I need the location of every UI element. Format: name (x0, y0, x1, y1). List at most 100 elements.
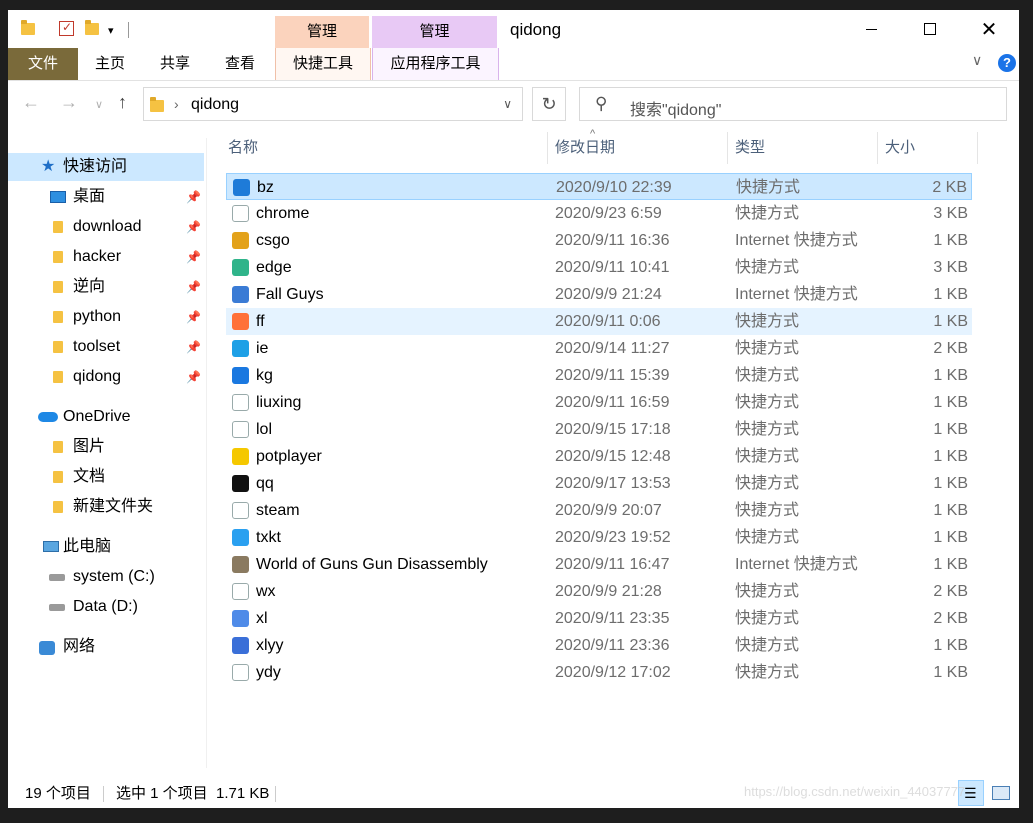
pin-icon[interactable]: 📌 (186, 363, 201, 391)
back-arrow-icon[interactable]: ← (22, 92, 40, 113)
navigation-pane: ★ 快速访问 桌面 📌 download 📌 hacker 📌 逆向 📌 pyt… (8, 138, 206, 768)
file-size: 1 KB (933, 367, 968, 384)
sidebar-item-hacker[interactable]: hacker 📌 (8, 243, 204, 271)
file-type: 快捷方式 (735, 448, 800, 465)
pin-icon[interactable]: 📌 (186, 333, 201, 361)
sidebar-item-label: 网络 (63, 638, 96, 655)
tab-app-tools[interactable]: 应用程序工具 (372, 48, 499, 80)
maximize-button[interactable] (901, 10, 959, 48)
file-name: ff (256, 313, 265, 330)
tab-home[interactable]: 主页 (82, 48, 138, 80)
file-name: ie (256, 340, 269, 357)
pin-icon[interactable]: 📌 (186, 183, 201, 211)
window-title: qidong (510, 20, 562, 39)
column-header-size[interactable]: 大小 (878, 132, 978, 164)
file-row[interactable]: edge 2020/9/11 10:41 快捷方式 3 KB (226, 254, 972, 281)
close-icon: ✕ (980, 18, 998, 41)
close-button[interactable]: ✕ (960, 10, 1018, 48)
sidebar-item-pictures[interactable]: 图片 (8, 433, 204, 461)
computer-icon (43, 541, 59, 552)
pin-icon[interactable]: 📌 (186, 243, 201, 271)
file-row[interactable]: Fall Guys 2020/9/9 21:24 Internet 快捷方式 1 KB (226, 281, 972, 308)
large-icons-view-button[interactable] (988, 780, 1014, 806)
file-row[interactable]: txkt 2020/9/23 19:52 快捷方式 1 KB (226, 524, 972, 551)
pin-icon[interactable]: 📌 (186, 303, 201, 331)
sidebar-item-quick-access[interactable]: ★ 快速访问 (8, 153, 204, 181)
sidebar-item-network[interactable]: 网络 (8, 633, 204, 661)
column-header-type[interactable]: 类型 (728, 132, 878, 164)
file-row[interactable]: wx 2020/9/9 21:28 快捷方式 2 KB (226, 578, 972, 605)
sidebar-item-download[interactable]: download 📌 (8, 213, 204, 241)
tab-view[interactable]: 查看 (212, 48, 268, 80)
sidebar-item-label: toolset (73, 338, 121, 355)
file-row[interactable]: kg 2020/9/11 15:39 快捷方式 1 KB (226, 362, 972, 389)
desktop-icon (50, 191, 66, 203)
properties-icon[interactable]: ✓ (58, 20, 74, 36)
file-row[interactable]: ie 2020/9/14 11:27 快捷方式 2 KB (226, 335, 972, 362)
tab-share[interactable]: 共享 (147, 48, 203, 80)
file-row[interactable]: csgo 2020/9/11 16:36 Internet 快捷方式 1 KB (226, 227, 972, 254)
address-bar[interactable]: › qidong ∨ (143, 87, 523, 121)
minimize-button[interactable] (842, 10, 900, 48)
file-row[interactable]: World of Guns Gun Disassembly 2020/9/11 1… (226, 551, 972, 578)
help-icon[interactable]: ? (998, 54, 1016, 72)
up-arrow-icon[interactable]: ↑ (118, 92, 127, 113)
sidebar-item-drive-c[interactable]: system (C:) (8, 563, 204, 591)
folder-icon (53, 371, 63, 383)
sidebar-item-label: 文档 (73, 468, 106, 485)
sidebar-item-drive-d[interactable]: Data (D:) (8, 593, 204, 621)
file-date: 2020/9/11 23:36 (555, 637, 670, 654)
sidebar-item-label: 逆向 (73, 278, 106, 295)
sidebar-item-this-pc[interactable]: 此电脑 (8, 533, 204, 561)
file-size: 2 KB (933, 610, 968, 627)
folder-icon (53, 441, 63, 453)
watermark-text: https://blog.csdn.net/weixin_44037777 (744, 784, 966, 799)
column-header-name[interactable]: 名称 (218, 132, 548, 164)
sidebar-item-onedrive[interactable]: OneDrive (8, 403, 204, 431)
file-row[interactable]: bz 2020/9/10 22:39 快捷方式 2 KB (226, 173, 972, 200)
file-row[interactable]: steam 2020/9/9 20:07 快捷方式 1 KB (226, 497, 972, 524)
file-type: 快捷方式 (735, 367, 800, 384)
file-row[interactable]: liuxing 2020/9/11 16:59 快捷方式 1 KB (226, 389, 972, 416)
breadcrumb-chevron-icon[interactable]: › (174, 96, 179, 112)
sidebar-item-desktop[interactable]: 桌面 📌 (8, 183, 204, 211)
file-date: 2020/9/9 20:07 (555, 502, 662, 519)
file-row[interactable]: chrome 2020/9/23 6:59 快捷方式 3 KB (226, 200, 972, 227)
pin-icon[interactable]: 📌 (186, 273, 201, 301)
file-row[interactable]: lol 2020/9/15 17:18 快捷方式 1 KB (226, 416, 972, 443)
file-name: lol (256, 421, 273, 438)
tab-shortcut-tools[interactable]: 快捷工具 (275, 48, 371, 80)
sidebar-item-python[interactable]: python 📌 (8, 303, 204, 331)
column-header-date[interactable]: 修改日期 (548, 132, 728, 164)
file-date: 2020/9/14 11:27 (555, 340, 670, 357)
sidebar-item-toolset[interactable]: toolset 📌 (8, 333, 204, 361)
file-size: 2 KB (932, 179, 967, 196)
file-row[interactable]: ff 2020/9/11 0:06 快捷方式 1 KB (226, 308, 972, 335)
refresh-button[interactable]: ↻ (532, 87, 566, 121)
file-name: edge (256, 259, 292, 276)
sidebar-item-new-folder[interactable]: 新建文件夹 (8, 493, 204, 521)
refresh-icon: ↻ (541, 94, 557, 114)
expand-ribbon-chevron-icon[interactable]: ∨ (972, 52, 982, 69)
search-input[interactable]: 搜索"qidong" (630, 96, 721, 120)
file-size: 2 KB (933, 583, 968, 600)
forward-arrow-icon[interactable]: → (60, 92, 78, 113)
recent-locations-chevron-icon[interactable]: ∨ (95, 98, 103, 111)
chevron-down-icon[interactable]: ∨ (503, 97, 512, 111)
pin-icon[interactable]: 📌 (186, 213, 201, 241)
file-row[interactable]: potplayer 2020/9/15 12:48 快捷方式 1 KB (226, 443, 972, 470)
sidebar-item-reverse[interactable]: 逆向 📌 (8, 273, 204, 301)
shortcut-icon (232, 313, 249, 330)
sidebar-item-qidong[interactable]: qidong 📌 (8, 363, 204, 391)
file-row[interactable]: xl 2020/9/11 23:35 快捷方式 2 KB (226, 605, 972, 632)
tab-file[interactable]: 文件 (8, 48, 78, 80)
file-row[interactable]: qq 2020/9/17 13:53 快捷方式 1 KB (226, 470, 972, 497)
file-row[interactable]: ydy 2020/9/12 17:02 快捷方式 1 KB (226, 659, 972, 686)
breadcrumb-path[interactable]: qidong (191, 96, 239, 114)
search-box[interactable]: ⚲ 搜索"qidong" (579, 87, 1007, 121)
shortcut-icon (232, 664, 249, 681)
sidebar-item-documents[interactable]: 文档 (8, 463, 204, 491)
new-folder-icon[interactable] (84, 20, 100, 36)
customize-toolbar-dropdown-icon[interactable]: ▾ (108, 24, 124, 40)
file-row[interactable]: xlyy 2020/9/11 23:36 快捷方式 1 KB (226, 632, 972, 659)
